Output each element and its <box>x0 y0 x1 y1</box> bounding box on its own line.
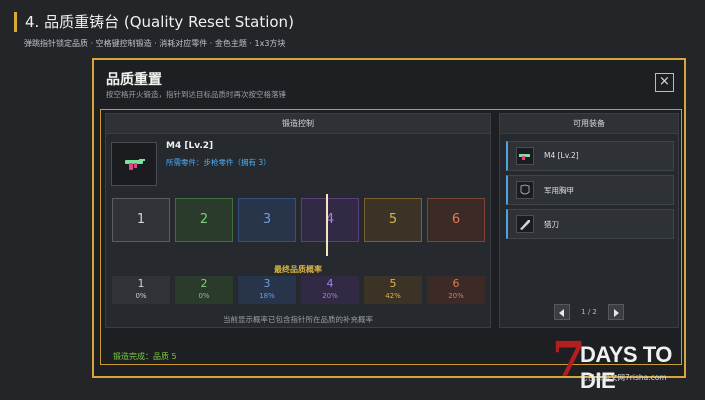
equipment-panel: 可用装备 M4 [Lv.2] 军用胸甲 猎刀 1 / 2 <box>499 113 679 328</box>
probability-cell-1: 1 0% <box>112 276 170 304</box>
probability-cell-4: 4 20% <box>301 276 359 304</box>
probability-cell-5: 5 42% <box>364 276 422 304</box>
quality-reset-modal: 品质重置 按空格开火锻造，指针到达目标品质时再次按空格落锤 × 锻造控制 M4 … <box>92 58 686 378</box>
watermark-site: 七日杀中文网7risha.com <box>580 373 667 382</box>
forge-status: 锻造完成：品质 5 <box>113 352 177 361</box>
modal-subtitle: 按空格开火锻造，指针到达目标品质时再次按空格落锤 <box>106 90 286 99</box>
probability-cell-3: 3 18% <box>238 276 296 304</box>
prev-page-button[interactable] <box>554 303 571 320</box>
item-slot <box>111 142 157 186</box>
page-title: 4. 品质重铸台 (Quality Reset Station) <box>14 12 294 32</box>
quality-tier-3: 3 <box>238 198 296 242</box>
probability-percent: 0% <box>198 292 210 300</box>
equipment-item-label: M4 [Lv.2] <box>544 151 579 160</box>
probability-percent: 0% <box>135 292 147 300</box>
rifle-icon <box>125 159 145 170</box>
equipment-item-armor[interactable]: 军用胸甲 <box>506 175 674 205</box>
equipment-panel-header: 可用装备 <box>500 114 678 134</box>
probability-cell-2: 2 0% <box>175 276 233 304</box>
item-requirement: 所需零件：步枪零件（拥有 3） <box>166 158 271 167</box>
quality-tier-1: 1 <box>112 198 170 242</box>
equipment-item-m4[interactable]: M4 [Lv.2] <box>506 141 674 171</box>
quality-tier-bar: 123456 <box>112 198 485 242</box>
chevron-right-icon <box>613 308 619 317</box>
forge-panel: 锻造控制 M4 [Lv.2] 所需零件：步枪零件（拥有 3） 123456 最终… <box>105 113 491 328</box>
quality-tier-6: 6 <box>427 198 485 242</box>
probability-tier: 6 <box>452 277 460 290</box>
probability-tier: 1 <box>137 277 145 290</box>
knife-icon <box>516 215 534 233</box>
rifle-icon <box>516 147 534 165</box>
probability-tier: 4 <box>326 277 334 290</box>
pagination: 1 / 2 <box>500 301 678 320</box>
modal-header: 品质重置 按空格开火锻造，指针到达目标品质时再次按空格落锤 × <box>94 60 684 108</box>
probability-tier: 2 <box>200 277 208 290</box>
armor-icon <box>516 181 534 199</box>
page-header: 4. 品质重铸台 (Quality Reset Station) 弹跳指针锁定品… <box>14 12 294 49</box>
quality-tier-5: 5 <box>364 198 422 242</box>
item-name: M4 [Lv.2] <box>166 141 214 151</box>
chevron-left-icon <box>559 308 565 317</box>
probability-percent: 20% <box>322 292 338 300</box>
probability-row: 1 0% 2 0% 3 18% 4 20% 5 42% 6 20% <box>112 276 485 304</box>
next-page-button[interactable] <box>607 303 624 320</box>
quality-tier-2: 2 <box>175 198 233 242</box>
close-button[interactable]: × <box>655 73 674 92</box>
probability-tier: 3 <box>263 277 271 290</box>
probability-label: 最终品质概率 <box>274 265 322 274</box>
equipment-item-knife[interactable]: 猎刀 <box>506 209 674 239</box>
equipment-item-label: 军用胸甲 <box>544 186 574 195</box>
watermark-title: DAYS TO DIE <box>580 342 672 393</box>
watermark-logo: 7 DAYS TO DIE 七日杀中文网7risha.com <box>552 334 697 394</box>
probability-cell-6: 6 20% <box>427 276 485 304</box>
probability-tier: 5 <box>389 277 397 290</box>
page-subtitle: 弹跳指针锁定品质 · 空格键控制锻造 · 消耗对应零件 · 金色主题 · 1x3… <box>24 39 286 48</box>
probability-percent: 42% <box>385 292 401 300</box>
quality-tier-4: 4 <box>301 198 359 242</box>
page-indicator: 1 / 2 <box>581 307 597 316</box>
forge-panel-header: 锻造控制 <box>106 114 490 134</box>
equipment-item-label: 猎刀 <box>544 220 559 229</box>
forge-pointer[interactable] <box>326 194 328 256</box>
modal-title: 品质重置 <box>106 72 162 88</box>
probability-percent: 18% <box>259 292 275 300</box>
probability-percent: 20% <box>448 292 464 300</box>
modal-body: 锻造控制 M4 [Lv.2] 所需零件：步枪零件（拥有 3） 123456 最终… <box>100 109 682 365</box>
probability-note: 当前显示概率已包含指针所在品质的补充概率 <box>223 315 373 324</box>
